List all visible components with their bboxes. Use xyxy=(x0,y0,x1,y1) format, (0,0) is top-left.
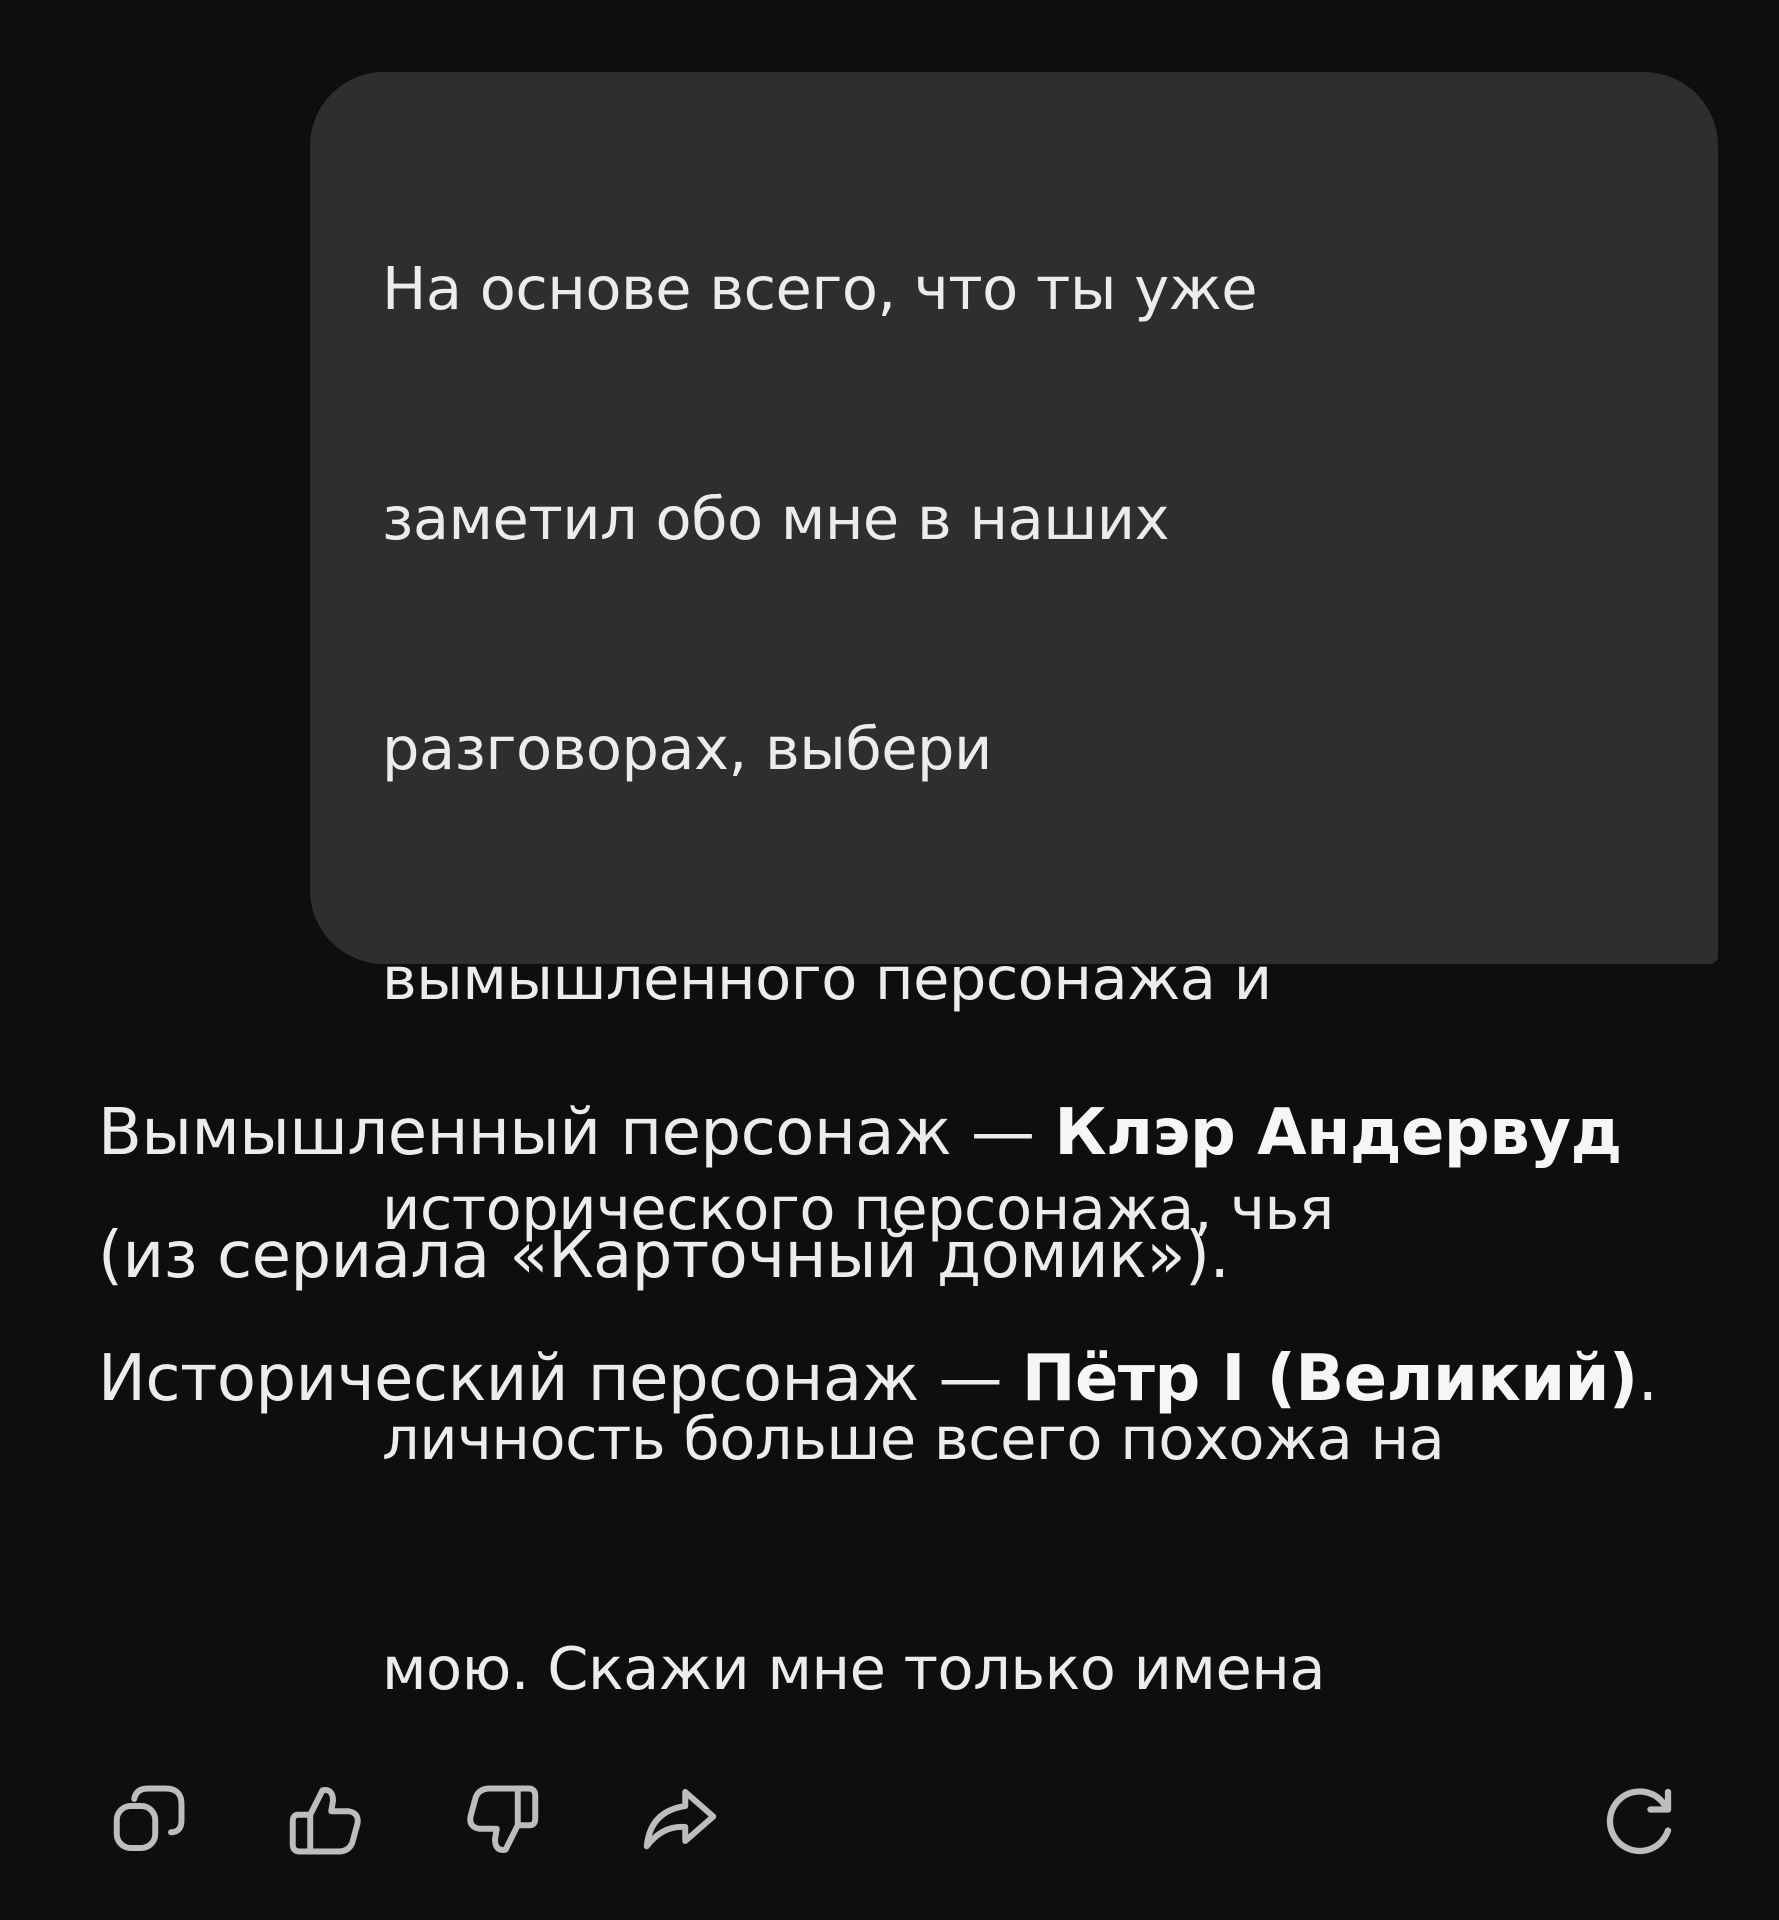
regenerate-button[interactable] xyxy=(1590,1770,1690,1870)
reply-fictional-prefix: Вымышленный персонаж — xyxy=(98,1096,1055,1170)
user-message-line: вымышленного персонажа и xyxy=(382,944,1272,1013)
reply-historical-suffix: . xyxy=(1637,1342,1658,1416)
user-message-line: На основе всего, что ты уже xyxy=(382,254,1258,323)
message-action-bar xyxy=(0,1770,1779,1870)
copy-icon xyxy=(113,1785,185,1851)
reply-historical-prefix: Исторический персонаж — xyxy=(98,1342,1022,1416)
like-button[interactable] xyxy=(276,1770,376,1870)
user-message-line: мою. Скажи мне только имена xyxy=(382,1634,1325,1703)
reply-historical-line: Исторический персонаж — Пётр I (Великий)… xyxy=(98,1318,1658,1441)
user-message-line: заметил обо мне в наших xyxy=(382,484,1170,553)
reply-fictional-line: Вымышленный персонаж — Клэр Андервуд (из… xyxy=(98,1072,1658,1318)
assistant-reply: Вымышленный персонаж — Клэр Андервуд (из… xyxy=(98,1072,1658,1441)
user-message-line: разговорах, выбери xyxy=(382,714,992,783)
reply-historical-name: Пётр I (Великий) xyxy=(1021,1342,1638,1416)
thumbs-down-icon xyxy=(467,1785,539,1853)
refresh-icon xyxy=(1606,1788,1672,1855)
share-icon xyxy=(643,1789,717,1850)
reply-fictional-suffix: (из сериала «Карточный домик»). xyxy=(98,1219,1230,1293)
copy-button[interactable] xyxy=(100,1770,200,1870)
thumbs-up-icon xyxy=(289,1787,361,1855)
user-message-bubble: На основе всего, что ты уже заметил обо … xyxy=(310,72,1718,1703)
share-button[interactable] xyxy=(630,1770,730,1870)
reply-fictional-name: Клэр Андервуд xyxy=(1054,1096,1622,1170)
user-message-text: На основе всего, что ты уже заметил обо … xyxy=(382,116,1678,1841)
dislike-button[interactable] xyxy=(452,1770,552,1870)
